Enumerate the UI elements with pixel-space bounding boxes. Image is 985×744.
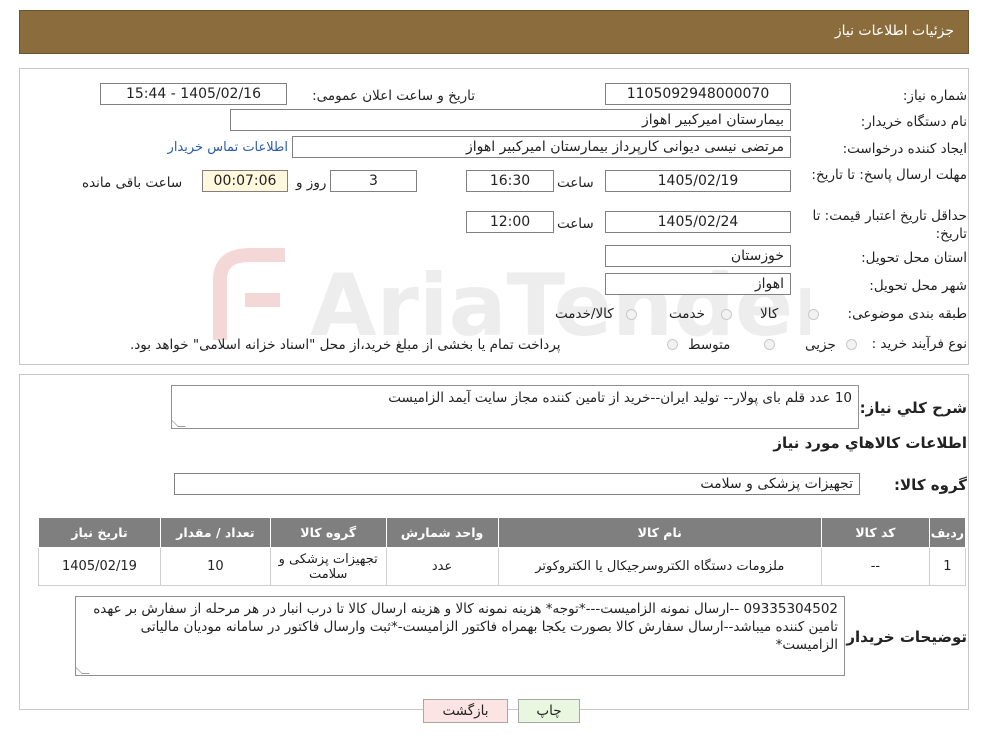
col-group: گروه کالا — [269, 517, 387, 548]
process-checkbox-treasury[interactable] — [667, 339, 678, 350]
days-label: روز و — [296, 175, 327, 191]
need-number-label: شماره نیاز: — [902, 88, 967, 104]
page-title: جزئیات اطلاعات نیاز — [834, 23, 954, 39]
category-option-service: خدمت — [669, 306, 705, 322]
deadline-time-field: 16:30 — [466, 170, 554, 192]
city-field: اهواز — [605, 273, 791, 295]
buyer-org-field: بیمارستان امیرکبیر اهواز — [230, 109, 791, 131]
deadline-date-field: 1405/02/19 — [605, 170, 791, 192]
buyer-notes-text: 09335304502 --ارسال نمونه الزامیست---*تو… — [93, 601, 838, 653]
goods-group-label: گروه کالا: — [894, 476, 967, 494]
category-radio-both[interactable] — [626, 309, 637, 320]
print-button[interactable]: چاپ — [518, 699, 580, 723]
items-table-wrapper: ردیف کد کالا نام کالا واحد شمارش گروه کا… — [38, 517, 967, 586]
validity-label: حداقل تاریخ اعتبار قیمت: تا تاریخ: — [812, 208, 967, 242]
col-row: ردیف — [928, 517, 967, 548]
creator-label: ایجاد کننده درخواست: — [842, 141, 967, 157]
category-label: طبقه بندی موضوعی: — [847, 306, 967, 322]
buyer-notes-label: توضیحات خریدار: — [840, 628, 967, 646]
description-textarea[interactable]: 10 عدد قلم بای پولار-- تولید ایران--خرید… — [171, 385, 859, 429]
validity-time-field: 12:00 — [466, 211, 554, 233]
description-label: شرح کلي نياز: — [859, 399, 967, 417]
items-table: ردیف کد کالا نام کالا واحد شمارش گروه کا… — [38, 517, 967, 586]
resize-handle-icon[interactable] — [172, 419, 186, 427]
remaining-time-field: 00:07:06 — [202, 170, 288, 192]
process-option-minor: جزیی — [805, 337, 836, 353]
remaining-label: ساعت باقی مانده — [82, 175, 183, 191]
page-header: جزئیات اطلاعات نیاز — [19, 10, 969, 54]
process-radio-minor[interactable] — [846, 339, 857, 350]
col-code: کد کالا — [820, 517, 930, 548]
goods-group-field: تجهیزات پزشکی و سلامت — [174, 473, 860, 495]
buyer-org-label: نام دستگاه خریدار: — [860, 114, 967, 130]
deadline-label: مهلت ارسال پاسخ: تا تاریخ: — [811, 167, 967, 183]
goods-section-title: اطلاعات کالاهاي مورد نياز — [773, 434, 967, 452]
cell-date: 1405/02/19 — [38, 547, 161, 586]
category-radio-goods[interactable] — [808, 309, 819, 320]
cell-unit: عدد — [385, 547, 499, 586]
validity-time-label: ساعت — [557, 216, 594, 232]
description-text: 10 عدد قلم بای پولار-- تولید ایران--خرید… — [388, 390, 852, 406]
need-number-field: 1105092948000070 — [605, 83, 791, 105]
validity-date-field: 1405/02/24 — [605, 211, 791, 233]
table-row: 1 -- ملزومات دستگاه الکتروسرجیکال یا الک… — [38, 547, 967, 586]
process-option-medium: متوسط — [688, 337, 731, 353]
process-note: پرداخت تمام یا بخشی از مبلغ خرید،از محل … — [130, 337, 561, 353]
announce-field: 1405/02/16 - 15:44 — [100, 83, 287, 105]
buyer-notes-textarea[interactable]: 09335304502 --ارسال نمونه الزامیست---*تو… — [75, 596, 845, 676]
resize-handle-icon[interactable] — [76, 666, 90, 674]
cell-qty: 10 — [159, 547, 271, 586]
category-option-goods: کالا — [760, 306, 779, 322]
days-field: 3 — [330, 170, 417, 192]
province-label: استان محل تحویل: — [861, 250, 967, 266]
contact-buyer-link[interactable]: اطلاعات تماس خریدار — [168, 140, 288, 155]
creator-field: مرتضی نیسی دیوانی کارپرداز بیمارستان امی… — [292, 136, 791, 158]
process-radio-medium[interactable] — [764, 339, 775, 350]
cell-code: -- — [820, 547, 930, 586]
process-label: نوع فرآیند خرید : — [871, 336, 967, 352]
col-qty: تعداد / مقدار — [159, 517, 271, 548]
announce-label: تاریخ و ساعت اعلان عمومی: — [312, 88, 475, 104]
back-button[interactable]: بازگشت — [423, 699, 508, 723]
cell-row: 1 — [928, 547, 967, 586]
cell-name: ملزومات دستگاه الکتروسرجیکال یا الکتروکو… — [497, 547, 822, 586]
category-option-both: کالا/خدمت — [555, 306, 614, 322]
items-table-header-row: ردیف کد کالا نام کالا واحد شمارش گروه کا… — [38, 517, 967, 548]
deadline-time-label: ساعت — [557, 175, 594, 191]
col-date: تاریخ نیاز — [38, 517, 161, 548]
col-unit: واحد شمارش — [385, 517, 499, 548]
province-field: خوزستان — [605, 245, 791, 267]
category-radio-service[interactable] — [721, 309, 732, 320]
cell-group: تجهیزات پزشکی و سلامت — [269, 547, 387, 586]
city-label: شهر محل تحویل: — [869, 278, 967, 294]
col-name: نام کالا — [497, 517, 822, 548]
